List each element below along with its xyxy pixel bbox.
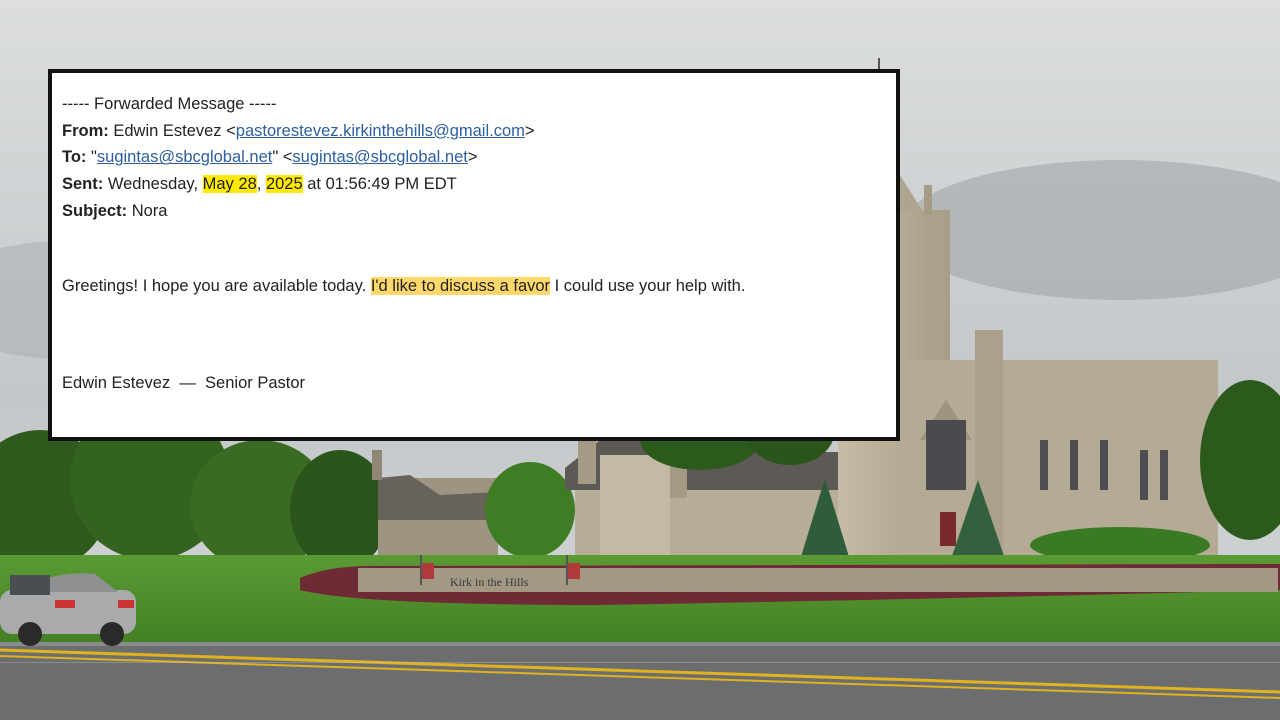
church-nave — [900, 330, 1218, 555]
sent-day: Wednesday, — [107, 175, 199, 194]
sent-date-highlight: May 28 — [202, 175, 257, 194]
from-close: > — [524, 121, 535, 140]
subject-label: Subject: — [62, 201, 128, 220]
email-card: ----- Forwarded Message ----- From: Edwi… — [48, 69, 900, 441]
sent-label: Sent: — [62, 175, 104, 194]
from-email-link[interactable]: pastorestevez.kirkinthehills@gmail.com — [236, 122, 525, 140]
to-close: > — [467, 148, 478, 167]
sent-line: Sent: Wednesday, May 28, 2025 at 01:56:4… — [62, 171, 886, 198]
body-start: Greetings! I hope you are available toda… — [62, 277, 367, 296]
email-body: Greetings! I hope you are available toda… — [62, 273, 886, 300]
body-highlight: I'd like to discuss a favor — [370, 277, 551, 296]
to-email-link-2[interactable]: sugintas@sbcglobal.net — [292, 148, 467, 166]
sent-comma: , — [256, 175, 262, 194]
sent-year-highlight: 2025 — [265, 175, 303, 194]
to-line: To: "sugintas@sbcglobal.net" <sugintas@s… — [62, 144, 886, 171]
from-label: From: — [62, 121, 109, 140]
to-email-link-1[interactable]: sugintas@sbcglobal.net — [97, 148, 272, 166]
from-line: From: Edwin Estevez <pastorestevez.kirki… — [62, 118, 886, 145]
body-end: I could use your help with. — [554, 277, 746, 296]
to-mid: " < — [272, 148, 293, 167]
to-label: To: — [62, 148, 87, 167]
forwarded-header: ----- Forwarded Message ----- — [62, 95, 277, 113]
signature: Edwin Estevez — Senior Pastor — [62, 374, 306, 393]
kirk-sign: Kirk in the Hills — [450, 575, 529, 589]
subject-value: Nora — [131, 201, 168, 220]
sent-time: at 01:56:49 PM EDT — [307, 175, 457, 194]
subject-line: Subject: Nora — [62, 198, 886, 225]
from-name: Edwin Estevez < — [113, 121, 236, 140]
